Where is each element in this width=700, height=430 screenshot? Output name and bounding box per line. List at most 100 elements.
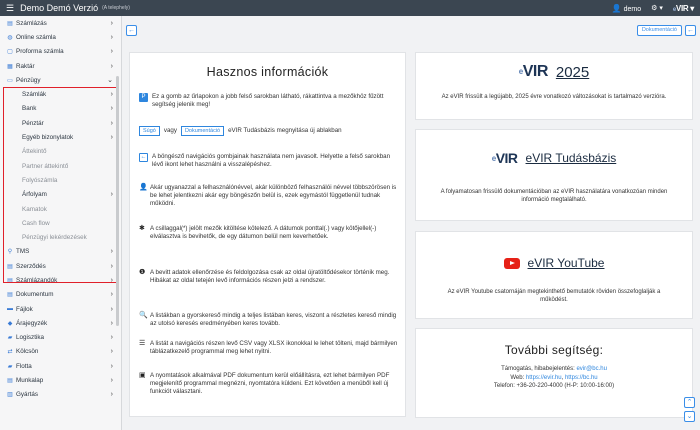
sidebar-item[interactable]: Kamatok	[0, 202, 121, 216]
sidebar-item-label: Cash flow	[22, 219, 50, 227]
card-2025-title[interactable]: 2025	[556, 64, 589, 81]
youtube-link[interactable]: eVIR YouTube	[528, 256, 605, 270]
sidebar-item[interactable]: ▤ Szerződés ›	[0, 259, 121, 273]
truck-icon: ▰	[7, 335, 13, 342]
evir-logo: eVIR	[518, 63, 549, 80]
sidebar-item[interactable]: Pénztár ›	[0, 116, 121, 130]
sidebar-item-label: Pénzügyi lekérdezések	[22, 234, 87, 242]
chevron-right-icon: ›	[110, 391, 113, 399]
sidebar-item-label: Pénztár	[22, 119, 44, 127]
document-icon: ▤	[7, 292, 13, 299]
sidebar-item-label: Pénzügy	[16, 76, 41, 84]
sidebar-item-label: Szerződés	[16, 262, 46, 270]
sidebar-item-label: Egyéb bizonylatok	[22, 134, 74, 142]
sidebar-item[interactable]: Áttekintő	[0, 145, 121, 159]
settings-gear-icon[interactable]: ⚙ ▾	[651, 4, 663, 12]
sidebar-item[interactable]: Árfolyam ›	[0, 188, 121, 202]
sidebar-item[interactable]: ◆ Árajegyzék ›	[0, 316, 121, 330]
sidebar-item[interactable]: ▰ Logisztika ›	[0, 331, 121, 345]
card-evir-2025: eVIR 2025 Az eVIR frissült a legújabb, 2…	[415, 52, 693, 120]
arrow-left-icon: ←	[139, 153, 148, 162]
back-button-right[interactable]: ←	[685, 25, 696, 36]
chevron-right-icon: ›	[110, 319, 113, 327]
sidebar-item-label: Bank	[22, 105, 37, 113]
hamburger-menu-icon[interactable]: ☰	[6, 3, 14, 13]
chevron-right-icon: ›	[110, 362, 113, 370]
chevron-right-icon: ›	[110, 19, 113, 27]
top-bar: ☰ Demo Demó Verzió (A telephely) 👤 demo ⚙…	[0, 0, 700, 16]
chevron-right-icon: ›	[110, 91, 113, 99]
chevron-right-icon: ›	[110, 119, 113, 127]
info-row-search: 🔍 A listákban a gyorskereső mindig a tel…	[139, 312, 397, 328]
card-knowledge-base: eVIR eVIR Tudásbázis A folyamatosan fris…	[415, 129, 693, 221]
sidebar-item[interactable]: ◍ Online számla ›	[0, 30, 121, 44]
useful-info-panel: Hasznos információk P Ez a gomb az űrlap…	[129, 52, 406, 417]
contract-icon: ▤	[7, 263, 13, 270]
sidebar-item[interactable]: ▤ Munkalap ›	[0, 373, 121, 387]
sidebar-item-label: Online számla	[16, 33, 56, 41]
chevron-down-icon: ⌄	[686, 413, 693, 420]
sidebar-item[interactable]: ▰ Flotta ›	[0, 359, 121, 373]
youtube-desc: Az eVIR Youtube csatornáján megtekinthet…	[447, 289, 661, 303]
sidebar-item[interactable]: ▦ Raktár ›	[0, 59, 121, 73]
chevron-right-icon: ›	[110, 377, 113, 385]
sidebar-item-label: Számlázás	[16, 19, 47, 27]
evir-logo[interactable]: eVIR ▾	[673, 4, 694, 13]
invoice-icon: ▤	[7, 277, 13, 284]
help-tag[interactable]: Súgó	[139, 126, 160, 136]
toolbar: ← Dokumentáció ←	[126, 22, 696, 40]
sidebar-item[interactable]: ▭ Pénzügy ⌄	[0, 73, 121, 87]
sidebar-item[interactable]: Számlák ›	[0, 87, 121, 101]
sidebar-item[interactable]: Folyószámla	[0, 173, 121, 187]
sidebar-item[interactable]: ▤ Számlázás ›	[0, 16, 121, 30]
sidebar-item[interactable]: ▤ Számlázandók ›	[0, 273, 121, 287]
back-button[interactable]: ←	[126, 25, 137, 36]
sidebar-item-label: Logisztika	[16, 334, 45, 342]
documentation-tag[interactable]: Dokumentáció	[180, 126, 225, 136]
sidebar: ▤ Számlázás › ◍ Online számla › ▢ Proforma szám…	[0, 16, 122, 430]
sidebar-item-label: Raktár	[16, 62, 35, 70]
sidebar-item-label: Proforma számla	[16, 48, 64, 56]
sidebar-item[interactable]: Egyéb bizonylatok ›	[0, 130, 121, 144]
sidebar-item[interactable]: ▬ Fájlok ›	[0, 302, 121, 316]
scroll-up-button[interactable]: ⌃	[684, 397, 695, 408]
user-menu[interactable]: 👤 demo	[612, 4, 641, 13]
sidebar-item-label: Árfolyam	[22, 191, 47, 199]
user-icon: 👤	[139, 184, 148, 191]
sidebar-item[interactable]: ⚲ TMS ›	[0, 245, 121, 259]
card-2025-desc: Az eVIR frissült a legújabb, 2025 évre v…	[441, 94, 667, 100]
chevron-right-icon: ›	[110, 276, 113, 284]
document-icon: ▤	[7, 20, 13, 27]
chevron-right-icon: ›	[110, 248, 113, 256]
sidebar-item[interactable]: Pénzügyi lekérdezések	[0, 230, 121, 244]
panel-title: Hasznos információk	[206, 65, 329, 79]
search-icon: 🔍	[139, 312, 148, 319]
sidebar-scrollbar[interactable]	[116, 76, 119, 326]
sidebar-item[interactable]: ▥ Gyártás ›	[0, 388, 121, 402]
bc-web-link[interactable]: https://bc.hu	[565, 375, 598, 381]
info-row-export: ☰ A listát a navigációs részen levő CSV …	[139, 340, 398, 356]
sidebar-item[interactable]: ⇄ Kölcsön ›	[0, 345, 121, 359]
card-help: További segítség: Támogatás, hibabejelen…	[415, 328, 693, 418]
info-row-docs: Súgó vagy Dokumentáció eVIR Tudásbázis m…	[139, 126, 401, 136]
knowledge-base-link[interactable]: eVIR Tudásbázis	[526, 151, 617, 165]
evir-logo: eVIR	[491, 150, 518, 166]
sidebar-item[interactable]: Bank ›	[0, 102, 121, 116]
info-row-help-button: P Ez a gomb az űrlapokon a jobb felső sa…	[139, 93, 401, 109]
documentation-button[interactable]: Dokumentáció	[636, 25, 682, 36]
sidebar-item[interactable]: Cash flow	[0, 216, 121, 230]
worksheet-icon: ▤	[7, 378, 13, 385]
evir-web-link[interactable]: https://evir.hu	[526, 375, 562, 381]
help-title: További segítség:	[504, 343, 604, 357]
scroll-down-button[interactable]: ⌄	[684, 411, 695, 422]
sidebar-item[interactable]: ▢ Proforma számla ›	[0, 45, 121, 59]
support-email-link[interactable]: evir@bc.hu	[576, 366, 606, 372]
loan-icon: ⇄	[7, 349, 13, 356]
sidebar-item-label: Dokumentum	[16, 291, 54, 299]
sidebar-item-label: Gyártás	[16, 391, 39, 399]
chevron-right-icon: ›	[110, 191, 113, 199]
sidebar-item[interactable]: ▤ Dokumentum ›	[0, 288, 121, 302]
chevron-right-icon: ›	[110, 334, 113, 342]
sidebar-item[interactable]: Partner áttekintő	[0, 159, 121, 173]
arrow-left-icon: ←	[128, 27, 135, 34]
